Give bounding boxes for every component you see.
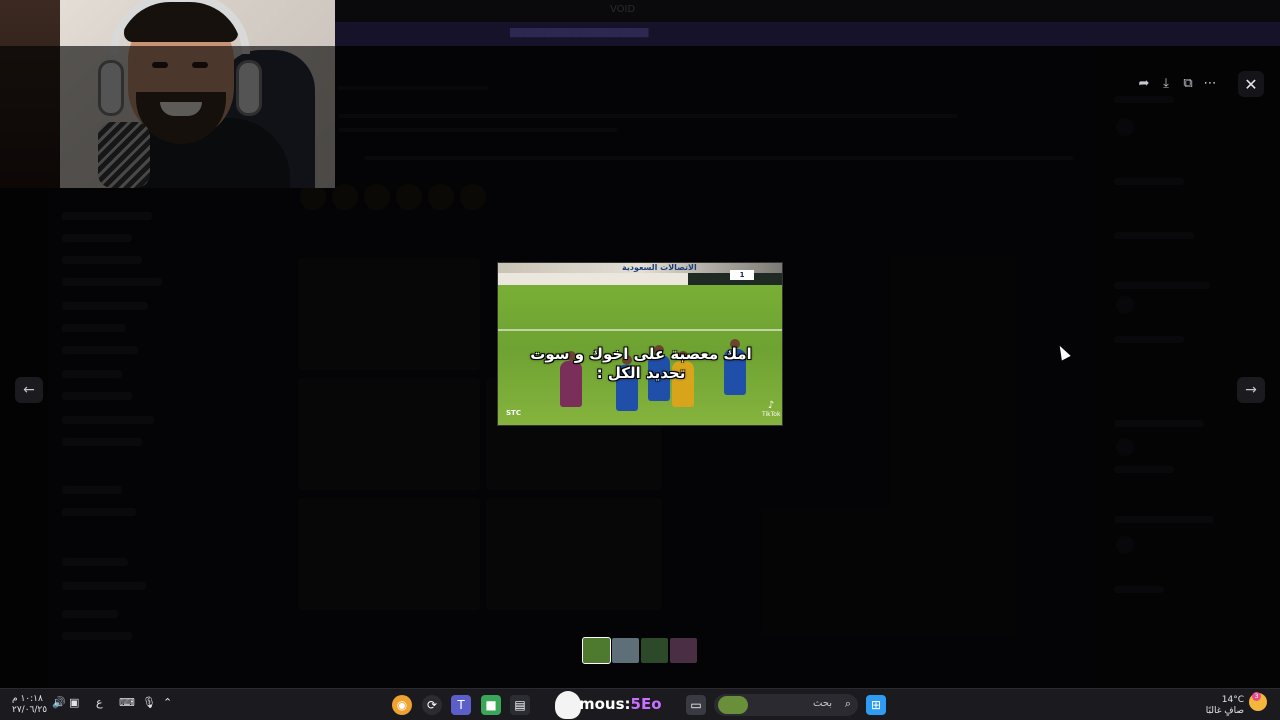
notice-banner: ▇▇▇▇▇▇▇▇▇▇▇▇▇▇▇▇▇▇▇▇ [335,22,1280,46]
video-frame[interactable]: الاتصالات السعودية 1 امك معصبة على اخوك … [497,262,783,426]
search-placeholder: بحث [812,698,832,709]
stream-text: mous:5Eo [579,695,662,713]
notification-badge: 3 [1252,692,1261,701]
score-badge: 1 [730,270,754,280]
app-icon-xbox[interactable]: ■ [481,695,501,715]
thumbnail[interactable] [670,638,697,663]
video-caption: امك معصبة على اخوك و سوت تحديد الكل : [498,345,782,383]
weather-temp[interactable]: 14°C [1214,695,1244,705]
thumbnail-strip [582,637,697,664]
screen: VOID ▇▇▇▇▇▇▇▇▇▇▇▇▇▇▇▇▇▇▇▇ ➦ ⤓ ⧉ ⋯ ✕ ← → … [0,0,1280,688]
arrow-left-icon[interactable]: ← [15,377,43,403]
open-external-icon[interactable]: ⧉ [1177,72,1199,94]
microphone-icon[interactable]: 🎙 [142,696,156,709]
weather-icon[interactable]: 3 [1249,692,1267,711]
notice-text-placeholder: ▇▇▇▇▇▇▇▇▇▇▇▇▇▇▇▇▇▇▇▇ [510,28,649,38]
app-icon-store[interactable]: ▤ [510,695,530,715]
close-icon[interactable]: ✕ [1238,71,1264,97]
start-button[interactable]: ⊞ [866,695,886,715]
search-icon: ⌕ [844,697,851,710]
board-sponsor-text: الاتصالات السعودية [622,263,697,272]
tiktok-watermark: ♪ TikTok [762,401,780,419]
tiktok-label: TikTok [762,411,781,418]
app-icon-teams[interactable]: T [451,695,471,715]
thumbnail[interactable] [641,638,668,663]
keyboard-icon[interactable]: ⌨ [119,696,135,709]
app-icon-chrome[interactable]: ◉ [392,695,412,715]
more-icon[interactable]: ⋯ [1199,72,1221,94]
stc-logo: STC [506,409,521,417]
taskbar: ١٠:١٨ م ٢٧/٠٦/٢٥ 🔊 ▣ ع ⌨ 🎙 ⌃ ◉ ⟳ T ■ ▤ m… [0,688,1280,720]
clock-time[interactable]: ١٠:١٨ م [12,694,43,704]
weather-description[interactable]: صافٍ غالبًا [1198,706,1244,716]
keyboard-language[interactable]: ع [96,696,103,709]
thumbnail[interactable] [612,638,639,663]
viewer-toolbar: ➦ ⤓ ⧉ ⋯ [1133,72,1221,94]
arrow-right-icon[interactable]: → [1237,377,1265,403]
tiktok-icon: ♪ [767,400,775,411]
app-icon-browser[interactable]: ⟳ [422,695,442,715]
thumbnail[interactable] [582,637,611,664]
search-box[interactable]: بحث ⌕ [714,694,858,716]
window-title: VOID [610,4,636,15]
search-highlight-icon [718,696,748,714]
chevron-up-icon[interactable]: ⌃ [163,696,172,709]
app-icon-explorer[interactable]: ▭ [686,695,706,715]
forward-icon[interactable]: ➦ [1133,72,1155,94]
network-icon[interactable]: ▣ [69,696,79,709]
download-icon[interactable]: ⤓ [1155,72,1177,94]
volume-icon[interactable]: 🔊 [52,696,66,709]
clock-date[interactable]: ٢٧/٠٦/٢٥ [12,705,47,715]
caption-line-1: امك معصبة على اخوك و سوت [530,345,752,363]
mascot-icon [555,691,581,719]
stream-overlay-banner: mous:5Eo [555,691,683,719]
caption-line-2: تحديد الكل : [596,364,686,382]
